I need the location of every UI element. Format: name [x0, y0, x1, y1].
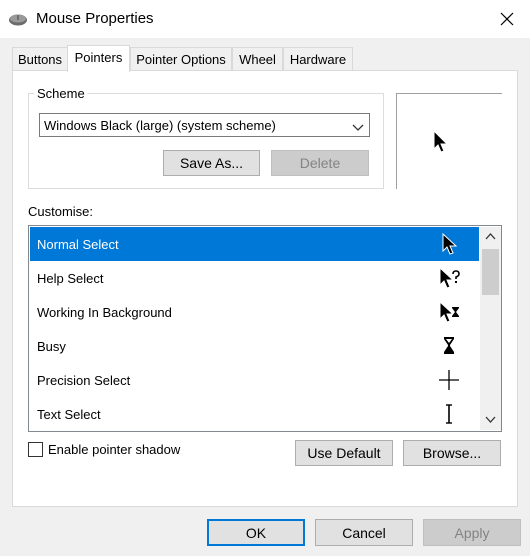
list-item-precision-select[interactable]: Precision Select: [30, 363, 479, 397]
list-item-normal-select[interactable]: Normal Select: [30, 227, 479, 261]
ok-button[interactable]: OK: [207, 519, 305, 546]
list-item-text-select[interactable]: Text Select: [30, 397, 479, 431]
tab-buttons[interactable]: Buttons: [12, 47, 68, 71]
working-cursor-icon: [439, 301, 459, 323]
list-item-label: Help Select: [37, 271, 104, 286]
crosshair-cursor-icon: [439, 370, 459, 390]
apply-button[interactable]: Apply: [423, 519, 521, 546]
close-icon: [500, 12, 514, 26]
list-item-label: Precision Select: [37, 373, 131, 388]
help-cursor-icon: [439, 267, 460, 289]
delete-button[interactable]: Delete: [271, 150, 369, 176]
window-title: Mouse Properties: [36, 10, 154, 27]
chevron-down-icon: [352, 120, 364, 135]
cancel-button[interactable]: Cancel: [315, 519, 413, 546]
browse-button[interactable]: Browse...: [403, 440, 501, 466]
hourglass-cursor-icon: [444, 337, 454, 354]
list-scrollbar[interactable]: [480, 227, 501, 430]
tab-pointer-options[interactable]: Pointer Options: [130, 47, 232, 71]
list-item-working-in-background[interactable]: Working In Background: [30, 295, 479, 329]
tab-wheel[interactable]: Wheel: [232, 47, 283, 71]
chevron-up-icon[interactable]: [485, 233, 496, 240]
list-item-label: Busy: [37, 339, 66, 354]
customise-label: Customise:: [28, 204, 94, 219]
scheme-selected-value: Windows Black (large) (system scheme): [44, 118, 276, 133]
list-item-busy[interactable]: Busy: [30, 329, 479, 363]
use-default-button[interactable]: Use Default: [295, 440, 393, 466]
arrow-cursor-icon: [442, 233, 458, 255]
scheme-label: Scheme: [34, 86, 88, 101]
list-item-help-select[interactable]: Help Select: [30, 261, 479, 295]
list-item-label: Text Select: [37, 407, 101, 422]
close-button[interactable]: [484, 0, 530, 38]
save-as-button[interactable]: Save As...: [163, 150, 260, 176]
pointer-shadow-label: Enable pointer shadow: [48, 442, 181, 457]
list-item-label: Normal Select: [37, 237, 119, 252]
chevron-down-icon[interactable]: [485, 416, 496, 423]
list-item-label: Working In Background: [37, 305, 172, 320]
ibeam-cursor-icon: [446, 404, 452, 424]
pointer-shadow-checkbox[interactable]: [28, 442, 43, 457]
scrollbar-thumb[interactable]: [482, 249, 499, 295]
cursor-list[interactable]: Normal Select Help Select Working In Bac…: [28, 225, 502, 432]
scheme-select[interactable]: Windows Black (large) (system scheme): [39, 113, 370, 137]
arrow-cursor-icon: [433, 130, 449, 153]
tab-hardware[interactable]: Hardware: [283, 47, 353, 71]
tab-pointers[interactable]: Pointers: [67, 45, 130, 72]
pointer-preview: [396, 93, 502, 189]
mouse-icon: [8, 11, 28, 27]
